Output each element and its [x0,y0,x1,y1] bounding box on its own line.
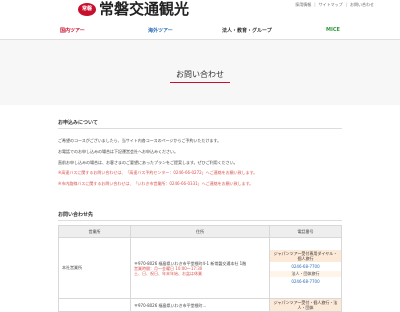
header-phone: 電話番号 [268,225,343,238]
office-name [57,298,132,312]
utility-links: 採用情報 | サイトマップ | お問い合わせ [295,2,374,8]
apply-text-line: ご希望のコースがございましたら、当サイト内各コースのページからご予約いただけます… [58,138,222,143]
notice-line-city-bus: ※市内路線バスに関するお問い合わせは、「いわき市営業所：0246-66-0331… [58,181,254,186]
office-address: 〒970-8026 福島県いわき市平堂根町... [130,298,270,312]
utility-separator: | [345,2,347,7]
nav-overseas-tours[interactable]: 海外ツアー [148,27,173,34]
logo-text: 常磐交通観光 [99,0,190,18]
nav-mice[interactable]: MICE [326,27,340,33]
page-hero: お問い合わせ [0,40,400,105]
office-name: 本社営業所 [57,237,132,299]
nav-corporate-education-group[interactable]: 法人・教育・グループ [222,27,272,34]
nav-domestic-tours[interactable]: 国内ツアー [60,27,85,34]
table-row: 本社営業所 〒970-8026 福島県いわき市平堂根町4-1 新常磐交通本社 1… [57,237,343,299]
logo-mark: 常磐 [78,3,96,16]
global-nav: 国内ツアー 海外ツアー 法人・教育・グループ MICE [0,24,400,40]
phone-label: ジャパンツアー受付・個人旅行・法人・団体 [269,299,341,311]
phone-number[interactable]: 0246-68-7700 [270,262,341,271]
page-title: お問い合わせ [176,70,224,79]
phone-label: ジャパンツアー受付専用ダイヤル・個人旅行 [269,250,341,262]
site-logo[interactable]: 常磐 常磐交通観光 [78,1,189,18]
utility-link-recruit[interactable]: 採用情報 [295,2,311,8]
utility-separator: | [314,2,316,7]
apply-text-line: お電話でのお申し込みの場合は下記運営会社へお申込みください。 [58,149,178,154]
title-underline [170,82,230,83]
contact-section-title: お問い合わせ先 [58,212,94,218]
apply-text-line: 直前お申し込みの場合は、お客さまのご要望にあったプランをご提案します。ぜひご利用… [58,160,238,165]
apply-section-title: お申込みについて [58,120,98,126]
office-address: 〒970-8026 福島県いわき市平堂根町4-1 新常磐交通本社 1階 営業時間… [130,237,270,299]
table-header-row: 営業所 住所 電話番号 [57,225,343,238]
office-phones: ジャパンツアー受付専用ダイヤル・個人旅行 0246-68-7700 法人・団体旅… [268,237,343,299]
closed-days: 土、日、祝日、年末年始、お盆は休業 [134,270,203,276]
notice-line-highway-bus: ※高速バスに関するお問い合わせは、「高速バス予約センター：0246-66-027… [58,170,258,175]
phone-number[interactable]: 0246-68-7700 [270,277,341,286]
section-divider [58,128,342,129]
phone-entry: ジャパンツアー受付専用ダイヤル・個人旅行 0246-68-7700 法人・団体旅… [269,250,341,286]
office-phones: ジャパンツアー受付・個人旅行・法人・団体 [268,298,343,312]
table-row: 〒970-8026 福島県いわき市平堂根町... ジャパンツアー受付・個人旅行・… [57,298,343,312]
contact-table: 営業所 住所 電話番号 本社営業所 〒970-8026 福島県いわき市平堂根町4… [57,225,343,312]
site-header: 常磐 常磐交通観光 採用情報 | サイトマップ | お問い合わせ [0,0,400,22]
address-line: 〒970-8026 福島県いわき市平堂根町... [134,302,207,308]
section-divider [58,220,342,221]
utility-link-contact[interactable]: お問い合わせ [350,2,374,8]
header-office: 営業所 [57,225,132,238]
utility-link-sitemap[interactable]: サイトマップ [319,2,343,8]
header-address: 住所 [130,225,270,238]
